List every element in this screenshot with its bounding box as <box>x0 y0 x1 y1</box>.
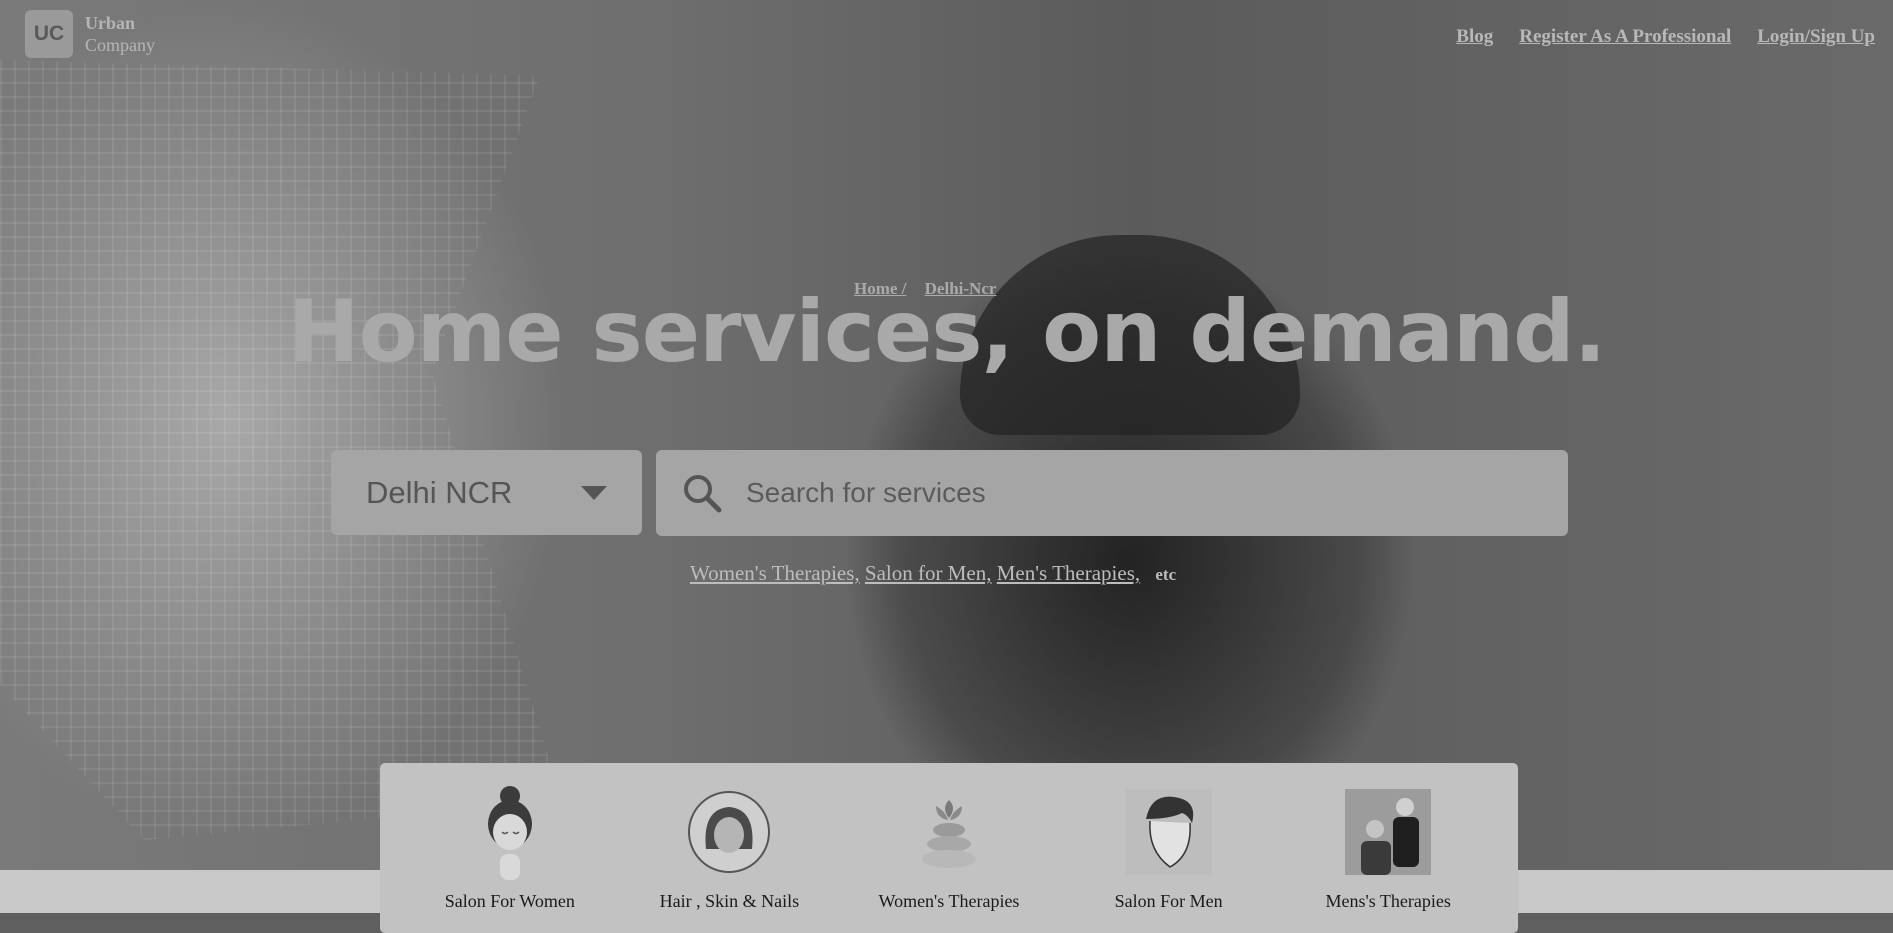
category-salon-for-men[interactable]: Salon For Men <box>1079 763 1259 933</box>
brand-name-line2: Company <box>85 35 155 55</box>
search-box[interactable] <box>656 450 1568 536</box>
quick-link-mens-therapies[interactable]: Men's Therapies, <box>997 561 1140 585</box>
therapist-photo-icon <box>1345 789 1432 875</box>
quick-links: Women's Therapies, Salon for Men, Men's … <box>690 561 1176 586</box>
category-salon-for-women[interactable]: Salon For Women <box>420 763 600 933</box>
chevron-down-icon <box>581 486 607 500</box>
category-card: Salon For Women Hair , Skin & Nails Wome… <box>380 763 1518 933</box>
brand-name: Urban Company <box>85 12 155 56</box>
search-icon <box>684 475 722 513</box>
man-haircut-icon <box>1125 789 1212 875</box>
quick-links-etc: etc <box>1155 565 1177 584</box>
quick-link-salon-for-men[interactable]: Salon for Men, <box>865 561 992 585</box>
brand-logo[interactable]: UC Urban Company <box>25 10 155 58</box>
nav-register-professional-link[interactable]: Register As A Professional <box>1519 26 1731 48</box>
category-womens-therapies[interactable]: Women's Therapies <box>859 763 1039 933</box>
city-select[interactable]: Delhi NCR <box>331 450 642 535</box>
nav-blog-link[interactable]: Blog <box>1456 26 1493 48</box>
search-input[interactable] <box>744 476 1508 510</box>
category-label: Women's Therapies <box>878 891 1020 911</box>
category-hair-skin-nails[interactable]: Hair , Skin & Nails <box>639 763 819 933</box>
city-select-value: Delhi NCR <box>366 474 513 510</box>
category-label: Hair , Skin & Nails <box>659 891 800 911</box>
logo-mark: UC <box>25 10 73 58</box>
woman-face-icon <box>686 789 772 875</box>
nav-login-signup-link[interactable]: Login/Sign Up <box>1757 26 1875 48</box>
category-mens-therapies[interactable]: Mens's Therapies <box>1298 763 1478 933</box>
top-nav: Blog Register As A Professional Login/Si… <box>1456 26 1875 48</box>
quick-link-womens-therapies[interactable]: Women's Therapies, <box>690 561 860 585</box>
category-label: Mens's Therapies <box>1325 891 1451 911</box>
category-label: Salon For Women <box>444 891 575 911</box>
brand-name-line1: Urban <box>85 13 136 33</box>
woman-salon-icon <box>467 786 553 880</box>
hero-headline: Home services, on demand. <box>287 282 1607 382</box>
lotus-stones-icon <box>906 789 992 875</box>
category-label: Salon For Men <box>1114 891 1223 911</box>
